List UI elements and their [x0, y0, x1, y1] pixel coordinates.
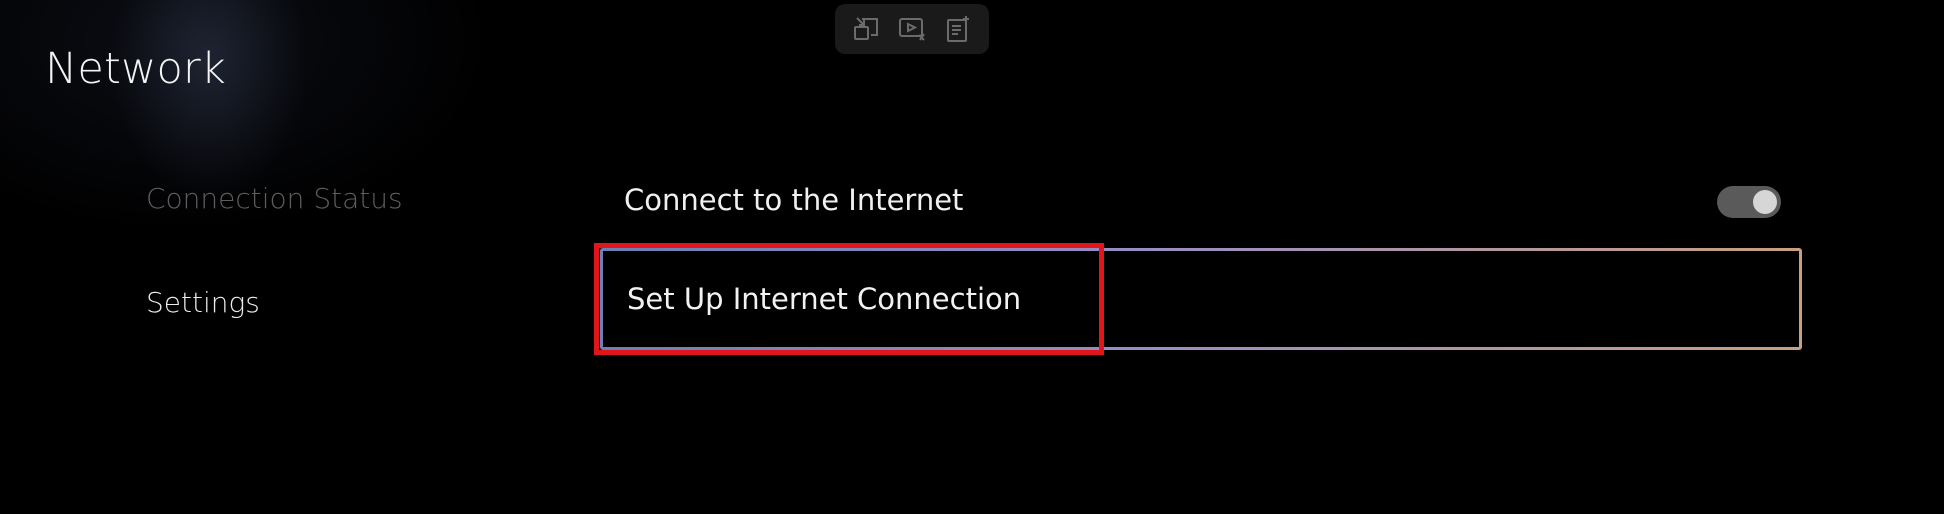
setup-internet-connection-button[interactable]: Set Up Internet Connection — [600, 248, 1802, 350]
nav-item-settings[interactable]: Settings — [146, 286, 260, 319]
video-capture-icon[interactable] — [895, 12, 929, 46]
setup-internet-connection-label: Set Up Internet Connection — [627, 282, 1022, 316]
capture-toolbar — [835, 4, 989, 54]
toggle-knob — [1753, 190, 1777, 214]
picture-in-picture-icon[interactable] — [849, 12, 883, 46]
notes-add-icon[interactable] — [941, 12, 975, 46]
connect-internet-toggle[interactable] — [1717, 186, 1781, 218]
nav-item-connection-status[interactable]: Connection Status — [146, 182, 403, 215]
page-title: Network — [45, 44, 226, 94]
connect-internet-row[interactable]: Connect to the Internet — [602, 168, 1802, 238]
connect-internet-label: Connect to the Internet — [624, 183, 964, 217]
